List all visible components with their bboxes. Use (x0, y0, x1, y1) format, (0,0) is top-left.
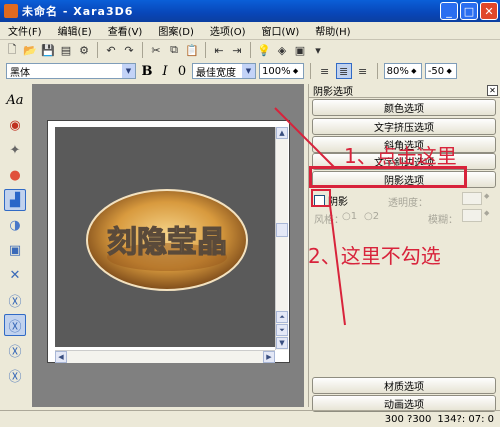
scroll-right-icon[interactable]: ▶ (263, 351, 275, 363)
bold-button[interactable]: B (139, 64, 155, 79)
annotation-step1: 1、点击这里 (344, 144, 457, 168)
main-toolbar: 🗋 📂 💾 ▤ ⚙ ↶ ↷ ✂ ⧉ 📋 ⇤ ⇥ 💡 ◈ ▣ ▾ (0, 40, 500, 60)
menu-window[interactable]: 窗口(W) (254, 23, 308, 38)
bevel-icon[interactable]: ◑ (4, 214, 26, 236)
export-icon[interactable]: ▤ (58, 42, 74, 58)
menu-edit[interactable]: 编辑(E) (50, 23, 100, 38)
paste-icon[interactable]: 📋 (184, 42, 200, 58)
distribute-icon[interactable]: ⇥ (229, 42, 245, 58)
highlight-shadow-button (309, 166, 467, 188)
open-icon[interactable]: 📂 (22, 42, 38, 58)
app-icon (4, 4, 18, 18)
window-title: 未命名 - Xara3D6 (22, 5, 134, 18)
highlight-shadow-checkbox (311, 189, 331, 207)
copy-icon[interactable]: ⧉ (166, 42, 182, 58)
align-left-icon[interactable]: ≡ (317, 63, 333, 79)
light-tool-icon[interactable]: ✦ (4, 139, 26, 161)
style-radio-2[interactable]: ○2 (364, 211, 379, 222)
transparency-label: 透明度： (388, 198, 428, 209)
palette-icon[interactable]: ◉ (4, 114, 26, 136)
title-bar: 未命名 - Xara3D6 _ □ ✕ (0, 0, 500, 22)
scroll-bottom-icon[interactable]: ⏷ (276, 324, 288, 336)
light-icon[interactable]: 💡 (256, 42, 272, 58)
style-radio-1[interactable]: ○1 (342, 211, 357, 222)
panel-title: 阴影选项 (313, 87, 353, 98)
status-bar: 300 ?300 134?: 07: 0 (0, 410, 500, 427)
new-icon[interactable]: 🗋 (4, 42, 20, 58)
color-options-button[interactable]: 颜色选项 (312, 99, 496, 116)
chevron-down-icon: ▼ (242, 64, 255, 78)
scroll-left-icon[interactable]: ◀ (55, 351, 67, 363)
transparency-field[interactable] (462, 192, 482, 205)
material-options-button[interactable]: 材质选项 (312, 377, 496, 394)
extrude-options-button[interactable]: 文字挤压选项 (312, 118, 496, 135)
dropdown-icon[interactable]: ▾ (310, 42, 326, 58)
menu-help[interactable]: 帮助(H) (307, 23, 358, 38)
menu-options[interactable]: 选项(O) (202, 23, 254, 38)
spin-icon[interactable]: Ⓧ (4, 339, 26, 361)
reset-rotate-icon[interactable]: Ⓧ (4, 364, 26, 386)
left-toolbar: Aa ◉ ✦ ● ▟ ◑ ▣ ✕ Ⓧ Ⓧ Ⓧ Ⓧ (0, 84, 30, 407)
panel-title-bar: 阴影选项 ✕ (309, 84, 500, 98)
zoom-field[interactable]: 100% ◆ (259, 63, 304, 79)
render-viewport[interactable]: 刻隐莹晶 (55, 127, 275, 347)
maximize-button[interactable]: □ (460, 2, 478, 20)
artwork-svg: 刻隐莹晶 (86, 189, 248, 291)
menu-bar: 文件(F) 编辑(E) 查看(V) 图案(D) 选项(O) 窗口(W) 帮助(H… (0, 22, 500, 40)
spinner-icon[interactable]: ◆ (409, 64, 419, 78)
scroll-top-icon[interactable]: ⏶ (276, 311, 288, 323)
chevron-down-icon: ▼ (122, 64, 135, 78)
undo-icon[interactable]: ↶ (103, 42, 119, 58)
vertical-scrollbar[interactable]: ▲ ⏶ ⏷ ▼ (275, 127, 288, 350)
save-icon[interactable]: 💾 (40, 42, 56, 58)
rotate-y-icon[interactable]: Ⓧ (4, 289, 26, 311)
spinner-icon[interactable]: ◆ (484, 192, 489, 200)
width-mode-select[interactable]: 最佳宽度 ▼ (192, 63, 256, 79)
menu-design[interactable]: 图案(D) (150, 23, 202, 38)
menu-view[interactable]: 查看(V) (100, 23, 151, 38)
align-icon[interactable]: ⇤ (211, 42, 227, 58)
spinner-icon[interactable]: ◆ (444, 64, 454, 78)
font-select[interactable]: 黑体 ▼ (6, 63, 136, 79)
spacing-field[interactable]: -50 ◆ (424, 63, 458, 79)
spinner-icon[interactable]: ◆ (291, 64, 301, 78)
style-label: 风格： (314, 215, 344, 226)
italic-button[interactable]: I (158, 64, 172, 79)
scroll-down-icon[interactable]: ▼ (276, 337, 288, 349)
rotate-x-icon[interactable]: ✕ (4, 264, 26, 286)
lightbulb2-icon[interactable]: ◈ (274, 42, 290, 58)
text-toolbar: 黑体 ▼ B I 0 最佳宽度 ▼ 100% ◆ ≡ ≣ ≡ 80% ◆ -50 ◆ (0, 60, 500, 82)
scroll-thumb[interactable] (276, 223, 288, 237)
rotate-z-icon[interactable]: Ⓧ (4, 314, 26, 336)
outline-button[interactable]: 0 (175, 64, 189, 79)
align-center-icon[interactable]: ≣ (335, 63, 352, 79)
font-select-value: 黑体 (10, 67, 30, 79)
close-button[interactable]: ✕ (480, 2, 498, 20)
minimize-button[interactable]: _ (440, 2, 458, 20)
panel-close-icon[interactable]: ✕ (487, 85, 498, 96)
status-coords: 134?: 07: 0 (437, 413, 494, 425)
cut-icon[interactable]: ✂ (148, 42, 164, 58)
status-size: 300 ?300 (384, 413, 432, 425)
sphere-icon[interactable]: ● (4, 164, 26, 186)
redo-icon[interactable]: ↷ (121, 42, 137, 58)
shadow-checkbox-label: 阴影 (328, 197, 348, 208)
char-scale-field[interactable]: 80% ◆ (383, 63, 422, 79)
settings-icon[interactable]: ⚙ (76, 42, 92, 58)
view-icon[interactable]: ▣ (292, 42, 308, 58)
blur-field[interactable] (462, 209, 482, 222)
text-tool-icon[interactable]: Aa (4, 89, 26, 111)
scroll-up-icon[interactable]: ▲ (276, 127, 288, 139)
spinner-icon[interactable]: ◆ (484, 209, 489, 217)
horizontal-scrollbar[interactable]: ◀ ▶ (55, 350, 275, 363)
blur-label: 模糊： (428, 215, 458, 226)
annotation-step2: 2、这里不勾选 (308, 244, 441, 268)
artwork-3d-text: 刻隐莹晶 (107, 225, 227, 260)
width-mode-value: 最佳宽度 (196, 67, 236, 79)
menu-file[interactable]: 文件(F) (0, 23, 50, 38)
align-right-icon[interactable]: ≡ (355, 63, 371, 79)
extrude-icon[interactable]: ▟ (4, 189, 26, 211)
shadow-tool-icon[interactable]: ▣ (4, 239, 26, 261)
